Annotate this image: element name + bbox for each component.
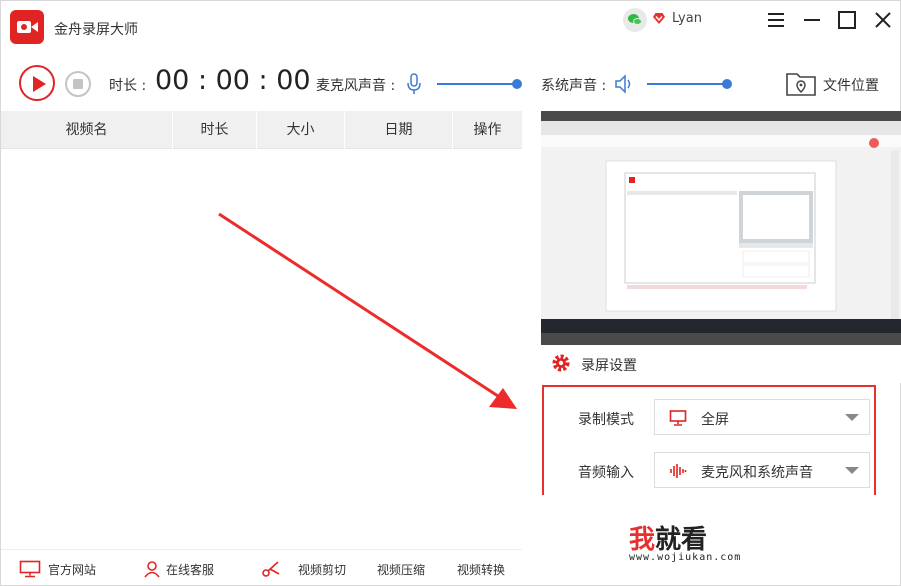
record-mode-label: 录制模式 <box>578 412 634 428</box>
app-logo-icon <box>10 10 44 44</box>
title-bar: 金舟录屏大师 Lyan <box>1 1 900 55</box>
record-button[interactable] <box>19 65 55 101</box>
preview-thumbnail <box>541 121 901 329</box>
scissors-icon <box>262 561 280 577</box>
timer-display: 00 : 00 : 00 <box>155 65 311 96</box>
mic-volume-slider[interactable] <box>437 79 522 89</box>
column-size[interactable]: 大小 <box>257 111 345 149</box>
video-convert-link[interactable]: 视频转换 <box>457 560 517 578</box>
video-convert-label: 视频转换 <box>457 563 506 577</box>
preview-taskbar <box>541 319 901 333</box>
close-icon[interactable] <box>872 9 894 31</box>
menu-icon[interactable] <box>765 9 787 31</box>
video-compress-link[interactable]: 视频压缩 <box>377 560 437 578</box>
column-actions[interactable]: 操作 <box>453 111 522 149</box>
column-duration[interactable]: 时长 <box>173 111 257 149</box>
system-volume-slider[interactable] <box>647 79 732 89</box>
settings-header: 录屏设置 <box>541 345 901 383</box>
folder-icon[interactable] <box>785 68 817 98</box>
duration-label: 时长 : <box>109 78 147 94</box>
gear-icon <box>552 354 570 372</box>
username[interactable]: Lyan <box>672 11 702 26</box>
microphone-icon[interactable] <box>406 73 422 95</box>
column-date[interactable]: 日期 <box>345 111 453 149</box>
user-icon <box>144 561 160 578</box>
video-compress-label: 视频压缩 <box>377 563 426 577</box>
recording-settings-panel: 录制模式 全屏 音频输入 麦克风和系统声音 <box>542 385 876 495</box>
vip-icon <box>653 13 665 24</box>
maximize-icon[interactable] <box>836 9 858 31</box>
wechat-icon[interactable] <box>623 8 647 32</box>
app-title: 金舟录屏大师 <box>54 22 138 38</box>
stop-button[interactable] <box>65 71 91 97</box>
record-mode-select[interactable]: 全屏 <box>654 399 870 435</box>
audio-input-select[interactable]: 麦克风和系统声音 <box>654 452 870 488</box>
online-support-link[interactable]: 在线客服 <box>143 560 223 578</box>
watermark-logo: 我就看 <box>629 525 708 555</box>
video-table-header: 视频名 时长 大小 日期 操作 <box>1 111 522 149</box>
system-volume-label: 系统声音 : <box>541 78 607 94</box>
video-cut-label: 视频剪切 <box>298 563 347 577</box>
screen-preview <box>541 111 901 345</box>
stop-icon <box>73 79 83 89</box>
monitor-icon <box>19 560 41 578</box>
chevron-down-icon <box>845 414 859 421</box>
chevron-down-icon <box>845 467 859 474</box>
speaker-icon[interactable] <box>613 73 635 95</box>
system-slider-handle[interactable] <box>722 79 732 89</box>
record-toolbar: 时长 : 00 : 00 : 00 麦克风声音 : 系统声音 : 文件位置 <box>1 55 900 111</box>
app-window: 金舟录屏大师 Lyan 时长 : 00 : 00 : 00 麦克风声音 : 系统… <box>0 0 901 586</box>
footer-bar: 官方网站 在线客服 视频剪切 视频压缩 视频转换 <box>1 549 522 585</box>
mic-slider-handle[interactable] <box>512 79 522 89</box>
video-cut-link[interactable]: 视频剪切 <box>261 560 351 578</box>
sound-wave-icon <box>670 464 687 478</box>
file-location-button[interactable]: 文件位置 <box>823 75 879 95</box>
minimize-icon[interactable] <box>801 9 823 31</box>
watermark-url: www.wojiukan.com <box>629 552 742 563</box>
watermark: 我就看 www.wojiukan.com <box>629 519 789 569</box>
play-icon <box>33 76 46 92</box>
mic-volume-label: 麦克风声音 : <box>316 78 396 94</box>
official-website-link[interactable]: 官方网站 <box>19 560 109 578</box>
audio-input-value: 麦克风和系统声音 <box>701 465 813 481</box>
column-video-name[interactable]: 视频名 <box>1 111 173 149</box>
settings-title: 录屏设置 <box>581 358 637 374</box>
official-website-label: 官方网站 <box>48 563 97 577</box>
audio-input-label: 音频输入 <box>578 465 634 481</box>
monitor-icon <box>669 410 687 426</box>
online-support-label: 在线客服 <box>166 563 215 577</box>
annotation-arrow <box>218 212 517 409</box>
record-mode-value: 全屏 <box>701 412 729 428</box>
